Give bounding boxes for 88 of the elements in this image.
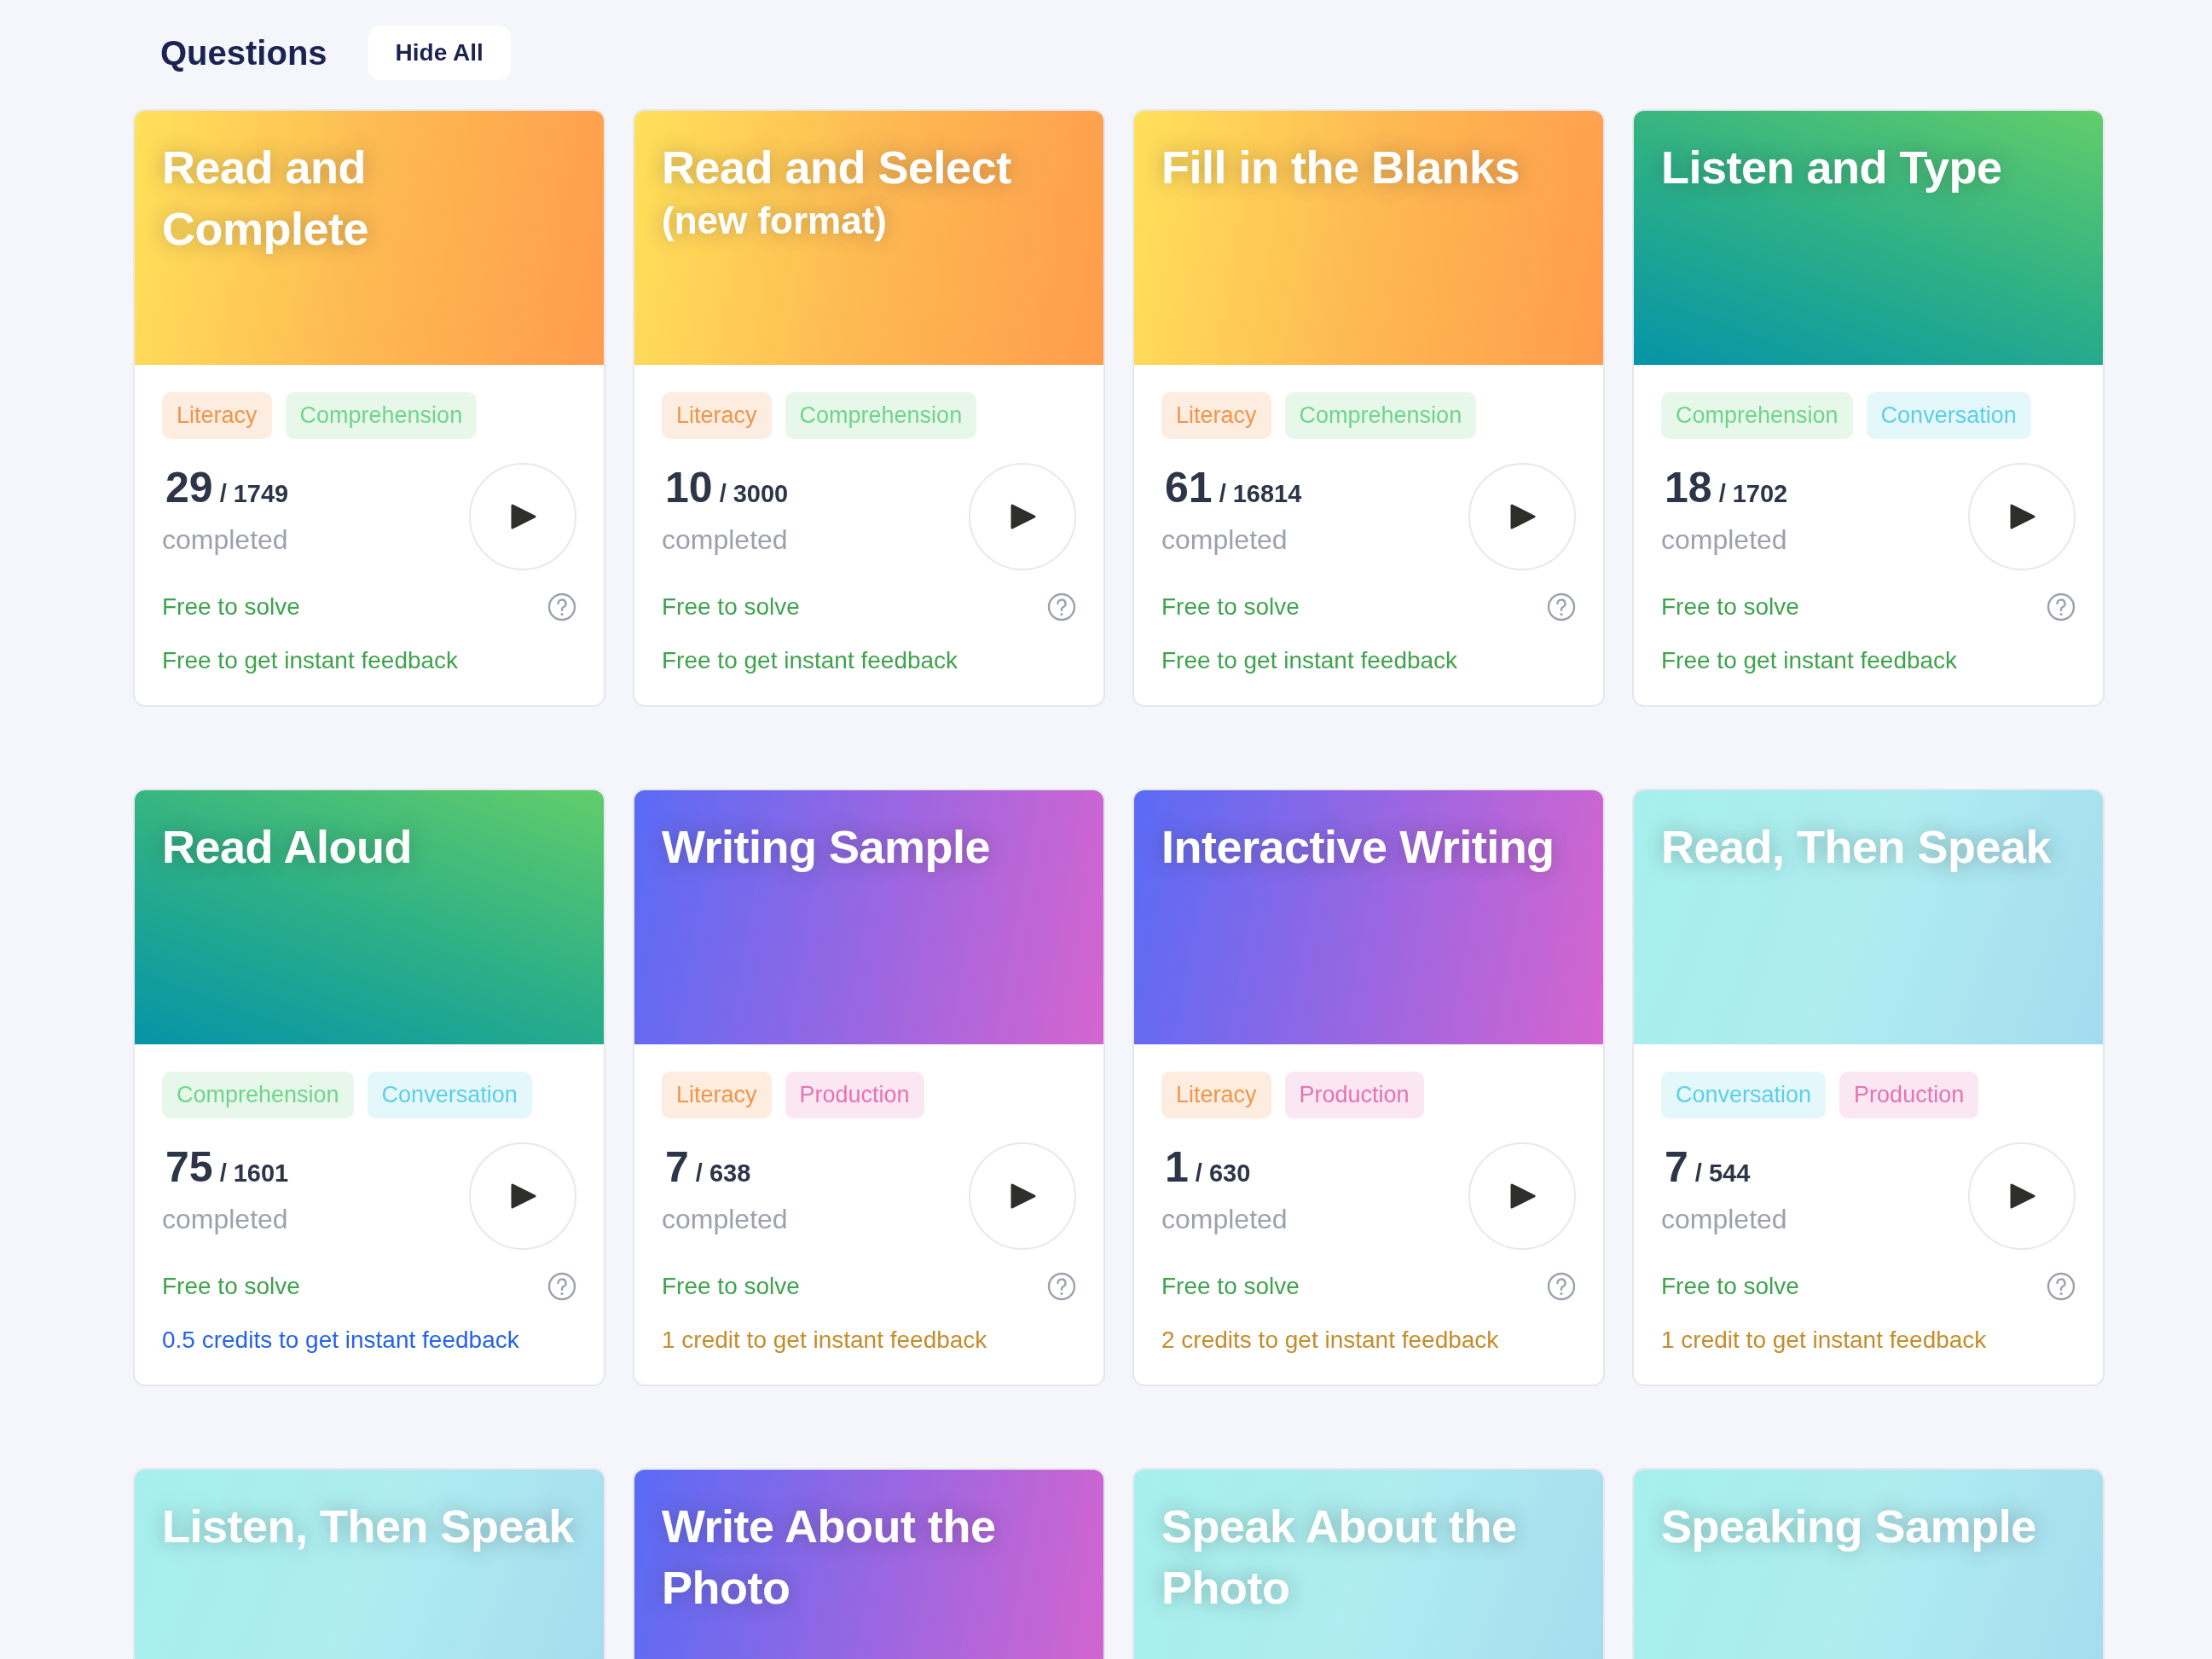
card-subtitle: (new format) <box>662 199 887 242</box>
card-title: Listen and Type <box>1661 141 2002 194</box>
question-card[interactable]: Write About the Photo <box>633 1468 1105 1659</box>
hide-all-button[interactable]: Hide All <box>368 26 511 80</box>
solve-price: Free to solve <box>162 1273 300 1300</box>
help-icon[interactable] <box>1047 1272 1076 1301</box>
solve-price: Free to solve <box>1661 593 1799 621</box>
total-count: / 1601 <box>219 1159 289 1188</box>
completed-count: 10 <box>665 463 713 512</box>
card-title: Read and Complete <box>162 141 370 256</box>
total-count: / 630 <box>1195 1159 1251 1188</box>
feedback-price: 1 credit to get instant feedback <box>1661 1327 1988 1354</box>
completed-count: 7 <box>665 1142 689 1192</box>
card-title: Fill in the Blanks <box>1161 141 1520 194</box>
help-icon[interactable] <box>2047 592 2076 621</box>
card-title: Writing Sample <box>662 820 991 874</box>
skill-tag: Production <box>785 1072 924 1119</box>
help-icon[interactable] <box>547 1272 576 1301</box>
page-title: Questions <box>160 33 327 72</box>
card-title: Write About the Photo <box>662 1500 997 1615</box>
total-count: / 544 <box>1694 1159 1751 1188</box>
completed-label: completed <box>162 524 289 556</box>
solve-price: Free to solve <box>1161 593 1300 621</box>
question-card[interactable]: Read and Complete Literacy Comprehension 29 / 1749 completed Free to solve Free to get instant feedback <box>133 109 605 707</box>
question-card[interactable]: Writing Sample Literacy Production 7 / 638 completed Free to solve 1 credit to get instant feedback <box>633 789 1105 1386</box>
feedback-price: Free to get instant feedback <box>1161 647 1459 674</box>
feedback-price: Free to get instant feedback <box>1661 647 1959 674</box>
help-icon[interactable] <box>2047 1272 2076 1301</box>
completed-label: completed <box>1161 524 1288 556</box>
question-card[interactable]: Interactive Writing Literacy Production 1 / 630 completed Free to solve 2 credits to get instant feedback <box>1132 789 1605 1386</box>
card-title: Interactive Writing <box>1161 820 1555 874</box>
skill-tag: Literacy <box>162 392 272 439</box>
skill-tag: Comprehension <box>785 392 977 439</box>
completed-count: 29 <box>165 463 213 512</box>
skill-tag: Conversation <box>1661 1072 1827 1119</box>
feedback-price: 2 credits to get instant feedback <box>1161 1327 1500 1354</box>
skill-tag: Comprehension <box>1661 392 1853 439</box>
completed-count: 61 <box>1165 463 1213 512</box>
help-icon[interactable] <box>547 592 576 621</box>
skill-tag: Literacy <box>1161 392 1271 439</box>
feedback-price: 1 credit to get instant feedback <box>662 1327 988 1354</box>
total-count: / 1702 <box>1718 480 1788 508</box>
feedback-price: 0.5 credits to get instant feedback <box>162 1327 520 1354</box>
card-title: Speak About the Photo <box>1161 1500 1518 1615</box>
question-card[interactable]: Listen and Type Comprehension Conversation 18 / 1702 completed Free to solve Free to get instant feedback <box>1632 109 2105 707</box>
card-title: Speaking Sample <box>1661 1500 2036 1553</box>
total-count: / 638 <box>695 1159 751 1188</box>
skill-tag: Conversation <box>367 1072 532 1119</box>
completed-count: 18 <box>1665 463 1712 512</box>
completed-label: completed <box>662 1204 788 1235</box>
skill-tag: Production <box>1839 1072 1979 1119</box>
solve-price: Free to solve <box>162 593 300 621</box>
completed-label: completed <box>1161 1204 1288 1235</box>
skill-tag: Production <box>1284 1072 1424 1119</box>
help-icon[interactable] <box>1547 1272 1576 1301</box>
question-card[interactable]: Read, Then Speak Conversation Production 7 / 544 completed Free to solve 1 credit to get instant feedback <box>1632 789 2105 1386</box>
solve-price: Free to solve <box>1161 1273 1300 1300</box>
feedback-price: Free to get instant feedback <box>162 647 460 674</box>
completed-count: 7 <box>1665 1142 1688 1192</box>
skill-tag: Comprehension <box>162 1072 354 1119</box>
skill-tag: Literacy <box>662 392 772 439</box>
feedback-price: Free to get instant feedback <box>662 647 959 674</box>
help-icon[interactable] <box>1047 592 1076 621</box>
card-title: Read Aloud <box>162 820 412 874</box>
completed-count: 1 <box>1165 1142 1189 1192</box>
completed-label: completed <box>1661 524 1788 556</box>
solve-price: Free to solve <box>662 1273 800 1300</box>
skill-tag: Comprehension <box>285 392 478 439</box>
skill-tag: Literacy <box>662 1072 772 1119</box>
total-count: / 3000 <box>719 480 789 508</box>
completed-count: 75 <box>165 1142 213 1192</box>
question-card[interactable]: Read Aloud Comprehension Conversation 75 / 1601 completed Free to solve 0.5 credits to get instant feedback <box>133 789 605 1386</box>
solve-price: Free to solve <box>1661 1273 1799 1300</box>
total-count: / 1749 <box>219 480 289 508</box>
question-card[interactable]: Fill in the Blanks Literacy Comprehension 61 / 16814 completed Free to solve Free to get instant feedback <box>1132 109 1605 707</box>
card-title: Read and Select <box>662 141 1011 194</box>
skill-tag: Literacy <box>1161 1072 1271 1119</box>
question-card[interactable]: Read and Select (new format) Literacy Comprehension 10 / 3000 completed Free to solve Free to get instant feedback <box>633 109 1105 707</box>
skill-tag: Comprehension <box>1284 392 1477 439</box>
help-icon[interactable] <box>1547 592 1576 621</box>
completed-label: completed <box>162 1204 289 1235</box>
total-count: / 16814 <box>1219 480 1302 508</box>
card-title: Listen, Then Speak <box>162 1500 575 1553</box>
completed-label: completed <box>662 524 789 556</box>
card-title: Read, Then Speak <box>1661 820 2052 874</box>
completed-label: completed <box>1661 1204 1787 1235</box>
skill-tag: Conversation <box>1866 392 2031 439</box>
solve-price: Free to solve <box>662 593 800 621</box>
